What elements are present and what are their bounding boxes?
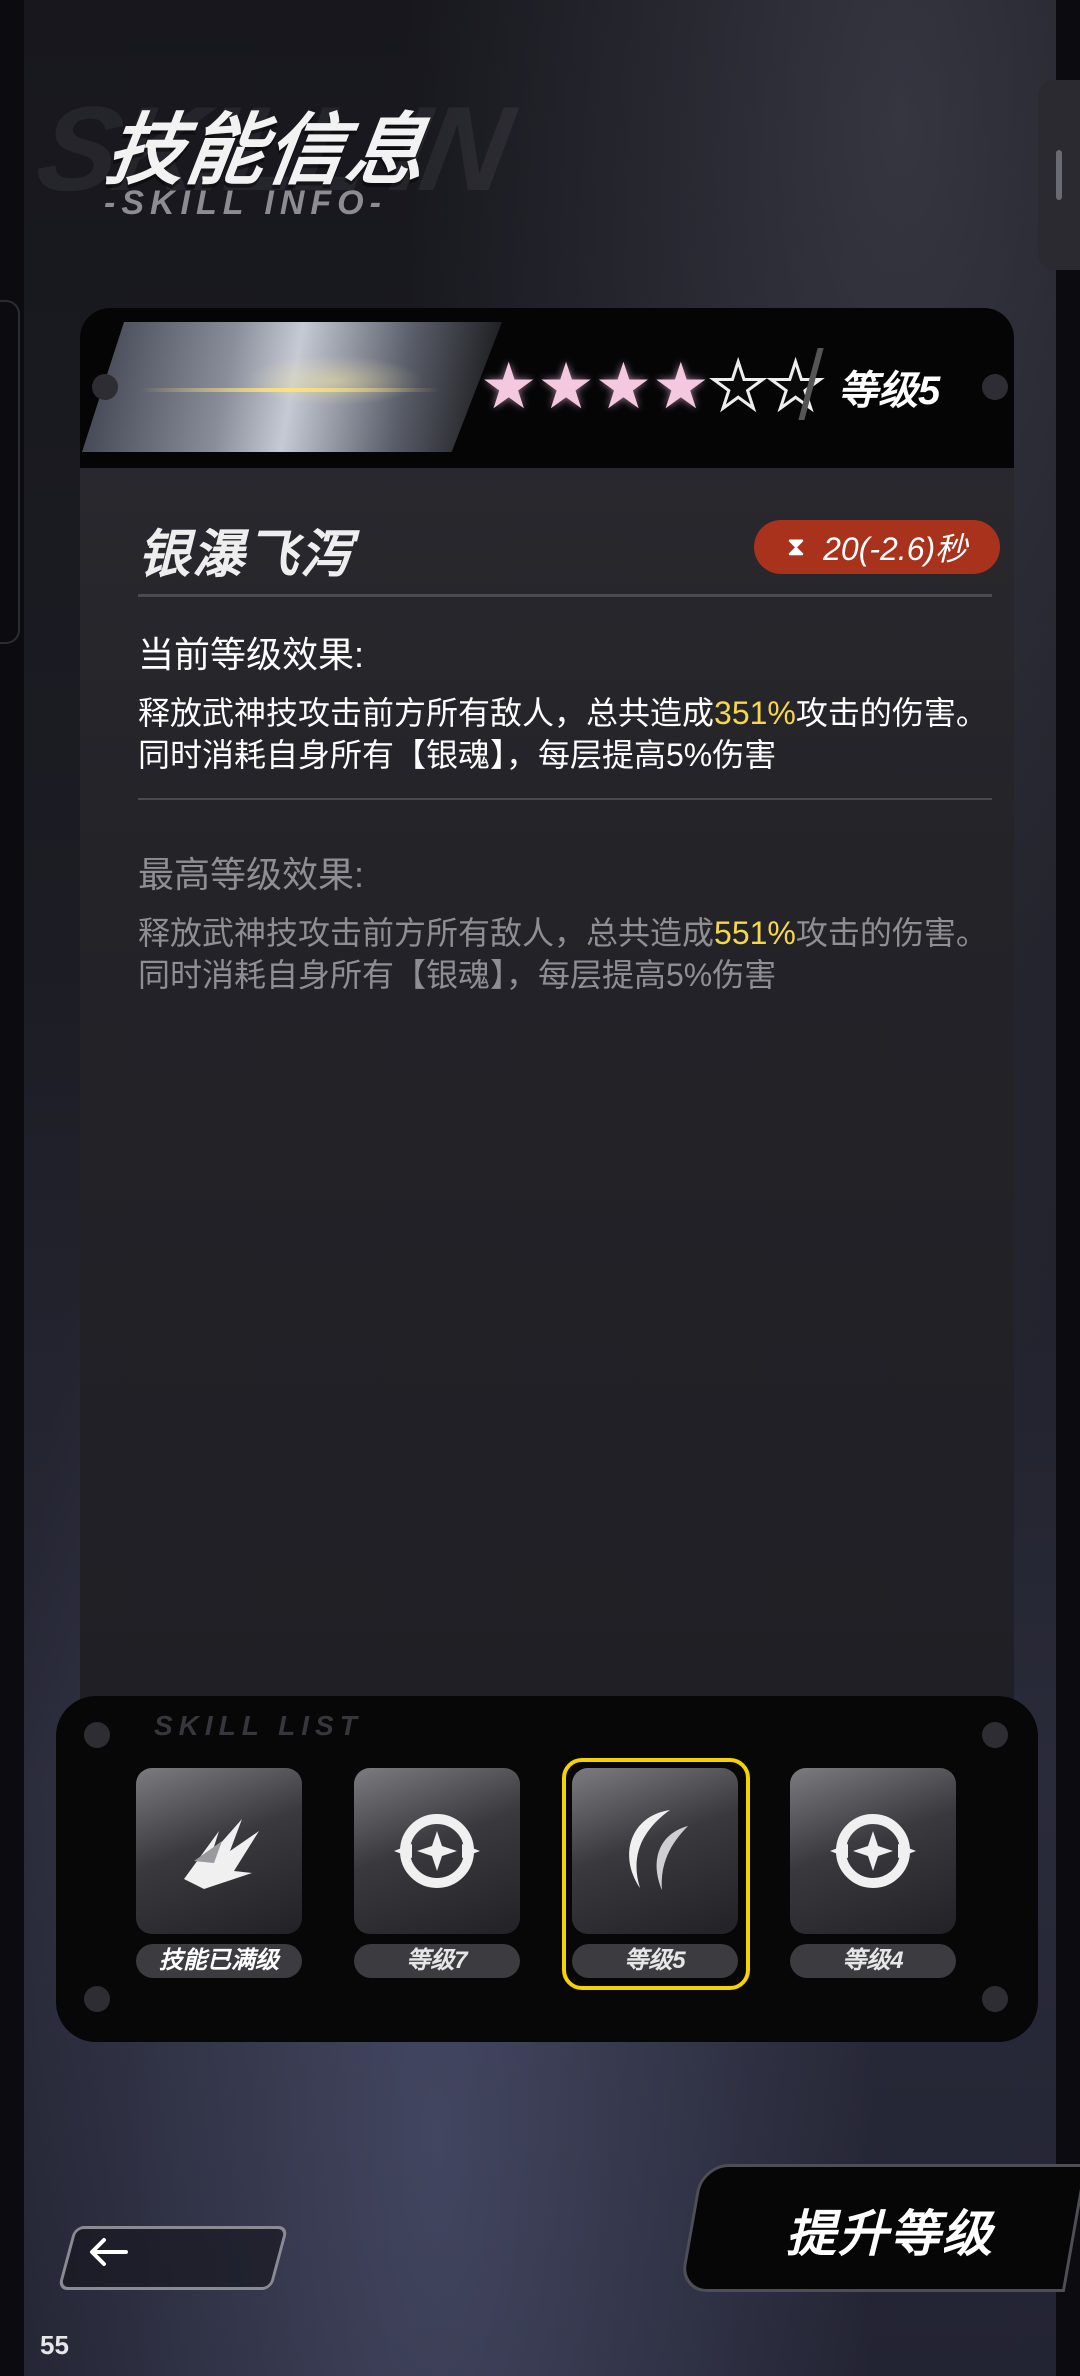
skill-label: 技能已满级	[136, 1944, 302, 1978]
rivet-dot	[982, 374, 1008, 400]
star-rating: ★ ★ ★ ★ ★ ★	[480, 349, 826, 424]
character-portrait	[82, 322, 502, 452]
rivet-dot	[92, 374, 118, 400]
cooldown-badge: ⧗ 20(-2.6)秒	[754, 520, 1000, 574]
skill-list-panel: SKILL LIST 技能已满级 等级7 等级5 等级4	[56, 1696, 1038, 2042]
panel-tag: SKILL LIST	[154, 1710, 363, 1741]
upgrade-level-label[interactable]: 提升等级	[786, 2194, 994, 2266]
selection-frame	[562, 1758, 750, 1990]
skill-level-label: 等级5	[838, 369, 941, 413]
effect-text: 释放武神技攻击前方所有敌人，总共造成	[138, 695, 715, 731]
divider	[138, 594, 992, 597]
tab-grip	[1056, 150, 1062, 200]
skill-slot-1[interactable]: 技能已满级	[136, 1768, 302, 1978]
effect-text: 释放武神技攻击前方所有敌人，总共造成	[138, 915, 715, 951]
skill-slot-4[interactable]: 等级4	[790, 1768, 956, 1978]
max-effect-title: 最高等级效果:	[138, 854, 365, 895]
rivet-dot	[982, 1986, 1008, 2012]
rivet-dot	[982, 1722, 1008, 1748]
star-filled-icon: ★	[652, 350, 710, 422]
skill-card-header: ★ ★ ★ ★ ★ ★ 等级5	[80, 308, 1014, 468]
damage-percent: 351%	[714, 695, 796, 731]
star-empty-icon: ★	[708, 349, 768, 424]
skill-slot-2[interactable]: 等级7	[354, 1768, 520, 1978]
arrow-left-icon[interactable]	[86, 2230, 130, 2285]
crosshair-icon	[790, 1768, 956, 1934]
current-effect-title: 当前等级效果:	[138, 634, 365, 675]
left-side-panel-edge	[0, 300, 20, 644]
skill-label: 等级7	[354, 1944, 520, 1978]
current-effect-text: 释放武神技攻击前方所有敌人，总共造成351%攻击的伤害。同时消耗自身所有【银魂】…	[138, 692, 994, 776]
rivet-dot	[84, 1722, 110, 1748]
right-side-tab[interactable]	[1038, 80, 1080, 270]
star-filled-icon: ★	[537, 350, 595, 422]
page-subtitle: -SKILL INFO-	[104, 184, 387, 222]
page-number: 55	[40, 2330, 69, 2360]
portrait-glow	[140, 388, 440, 392]
crosshair-icon	[354, 1768, 520, 1934]
cooldown-text: 20(-2.6)秒	[823, 531, 968, 567]
skill-name: 银瀑飞泻	[138, 526, 355, 584]
claw-icon	[136, 1768, 302, 1934]
skill-label: 等级4	[790, 1944, 956, 1978]
rivet-dot	[84, 1986, 110, 2012]
hourglass-icon: ⧗	[786, 531, 806, 561]
divider	[138, 798, 992, 800]
star-filled-icon: ★	[480, 350, 538, 422]
skill-slot-3-selected[interactable]: 等级5	[562, 1758, 750, 1990]
star-filled-icon: ★	[594, 350, 653, 422]
max-effect-text: 释放武神技攻击前方所有敌人，总共造成551%攻击的伤害。同时消耗自身所有【银魂】…	[138, 912, 994, 996]
damage-percent: 551%	[714, 915, 796, 951]
